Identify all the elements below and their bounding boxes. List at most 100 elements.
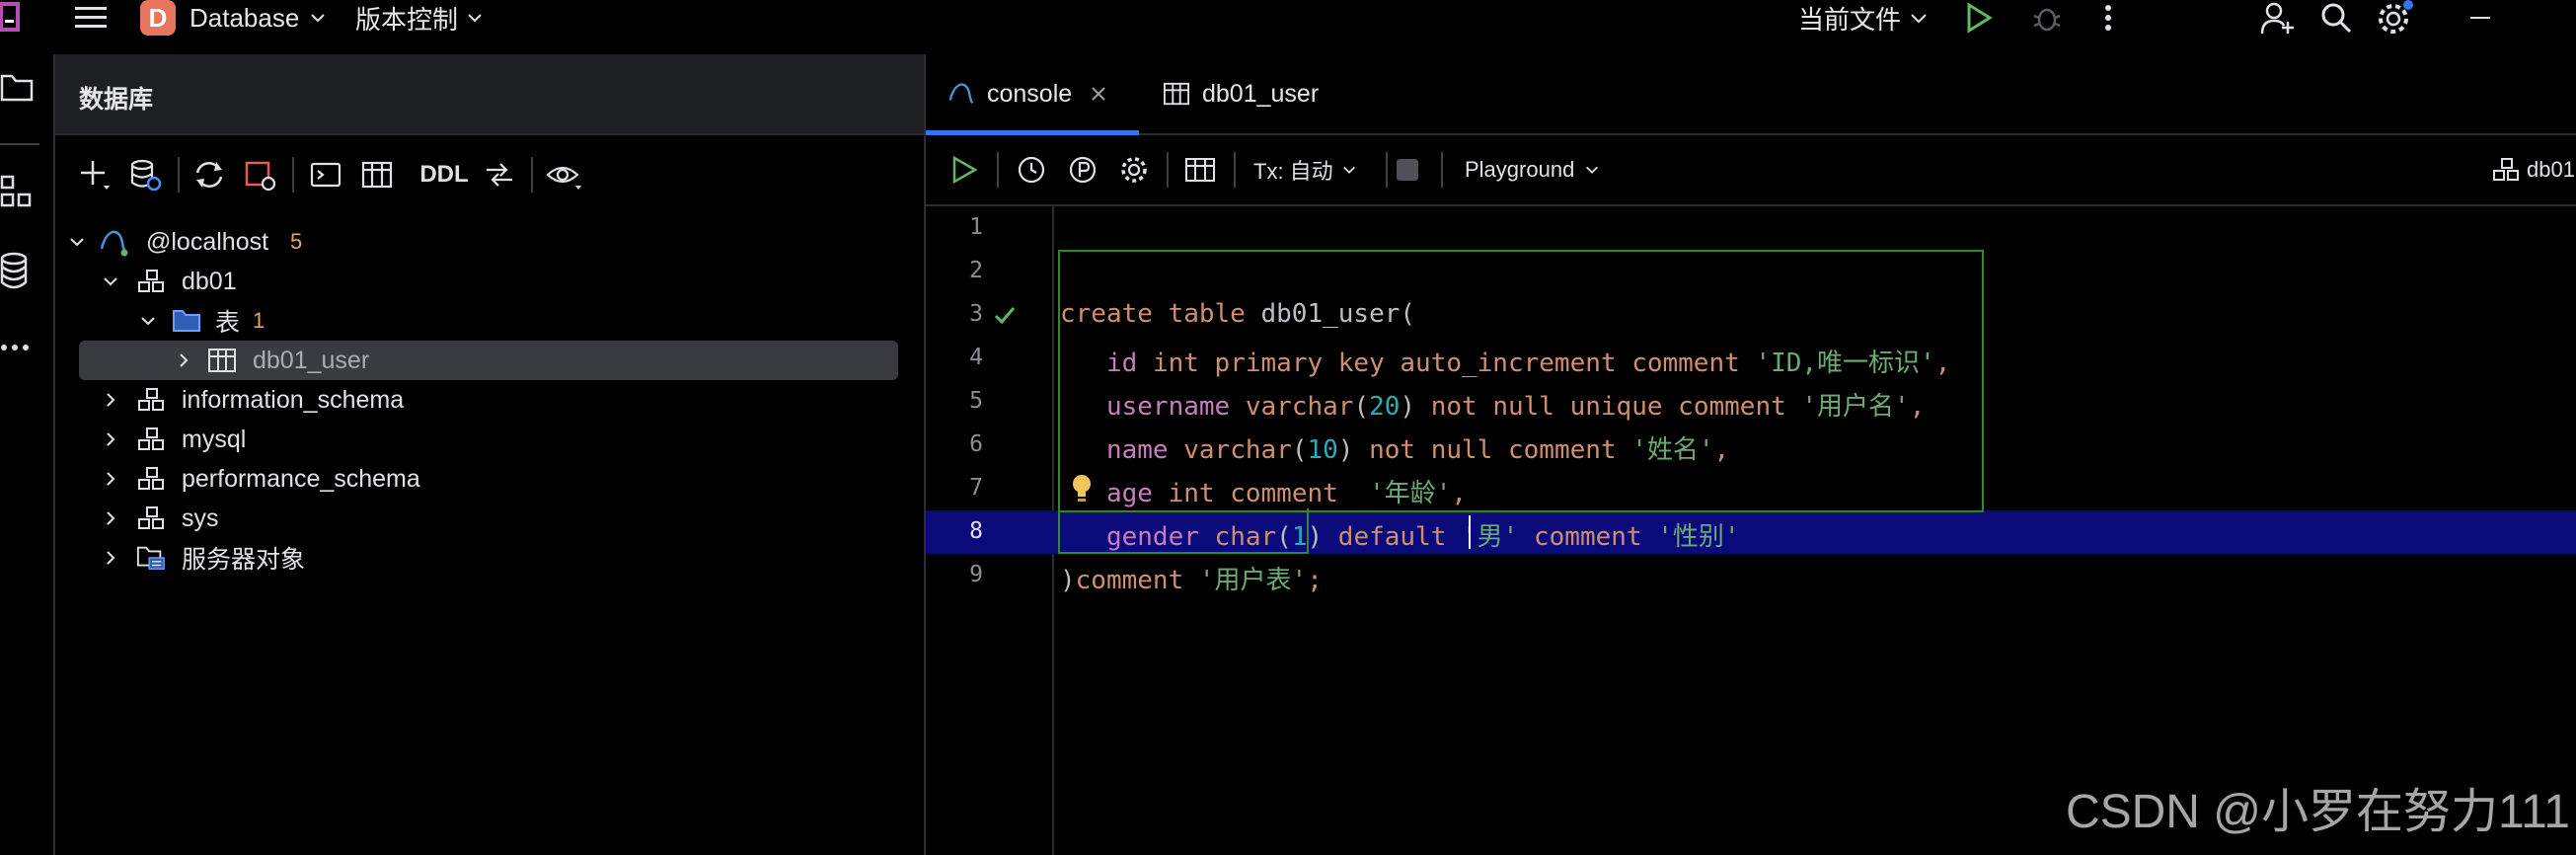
tree-node-performance-schema[interactable]: performance_schema <box>55 459 924 499</box>
chevron-right-icon[interactable] <box>101 390 120 410</box>
node-label: db01 <box>182 267 237 295</box>
search-everywhere-button[interactable] <box>2319 0 2353 36</box>
chevron-right-icon[interactable] <box>174 350 193 370</box>
database-explorer-panel: 数据库 DDL @localhost 5 db01 表 1 db01_user … <box>55 54 926 855</box>
toolbar-separator <box>1441 152 1443 188</box>
playground-label: Playground <box>1465 157 1575 182</box>
folder-icon <box>0 74 34 102</box>
tree-node-tables[interactable]: 表 1 <box>55 301 924 341</box>
tree-node-sys[interactable]: sys <box>55 499 924 538</box>
debug-button[interactable] <box>2031 0 2063 36</box>
chevron-down-icon[interactable] <box>138 311 158 331</box>
tree-node-db01[interactable]: db01 <box>55 262 924 301</box>
explain-plan-button[interactable] <box>1068 150 1098 190</box>
plan-icon <box>1069 156 1097 184</box>
line-number: 1 <box>969 214 983 240</box>
chevron-right-icon[interactable] <box>101 548 120 568</box>
code-text: )comment '用户表'; <box>1060 566 1323 595</box>
gear-icon <box>1121 157 1147 183</box>
more-tools-button[interactable] <box>0 341 34 354</box>
node-label: @localhost <box>146 227 269 256</box>
toolbar-separator <box>997 152 999 188</box>
line-number: 7 <box>969 475 983 501</box>
panel-title: 数据库 <box>79 86 154 114</box>
run-config-selector[interactable]: 当前文件 <box>1798 0 1929 36</box>
search-icon <box>2321 3 2352 34</box>
editor-toolbar: Tx: 自动 Playground db01 <box>926 135 2576 206</box>
code-editor[interactable]: 1 2 3 create table db01_user( 4 id int p… <box>926 206 2576 855</box>
disconnect-button[interactable] <box>241 155 280 194</box>
line-number: 9 <box>969 562 983 587</box>
text-caret <box>1469 515 1471 549</box>
tree-node-mysql[interactable]: mysql <box>55 420 924 459</box>
tree-node-information-schema[interactable]: information_schema <box>55 380 924 420</box>
line-number: 8 <box>969 518 983 544</box>
more-actions-button[interactable] <box>2102 0 2114 36</box>
minimize-window-button[interactable] <box>2469 0 2491 36</box>
minimize-icon <box>2470 17 2490 19</box>
chevron-down-icon[interactable] <box>67 232 87 252</box>
table-icon <box>1185 158 1215 182</box>
tree-node-db01-user[interactable]: db01_user <box>79 341 898 380</box>
jump-to-console-button[interactable] <box>306 155 345 194</box>
tab-label: console <box>987 79 1073 108</box>
chevron-right-icon[interactable] <box>101 429 120 449</box>
chevron-down-icon <box>311 14 326 23</box>
run-icon <box>1967 2 1993 34</box>
toolbar-separator <box>292 157 294 193</box>
output-table-button[interactable] <box>1184 150 1216 190</box>
vcs-widget[interactable]: 版本控制 <box>355 0 484 36</box>
code-line[interactable]: 9 )comment '用户表'; <box>926 554 2576 597</box>
table-icon <box>361 161 393 189</box>
view-options-button[interactable] <box>545 155 584 194</box>
watermark: CSDN @小罗在努力111 <box>2065 786 2570 838</box>
code-line[interactable]: 1 <box>926 206 2576 250</box>
node-label: mysql <box>182 425 247 453</box>
datasource-label: db01 <box>2527 157 2575 182</box>
data-source-properties-button[interactable] <box>126 155 166 194</box>
project-badge: D <box>140 0 176 36</box>
toolbar-separator <box>531 157 533 193</box>
history-button[interactable] <box>1017 150 1046 190</box>
more-horizontal-icon <box>1 345 29 350</box>
chevron-down-icon <box>468 14 482 23</box>
run-button[interactable] <box>1964 0 1994 36</box>
database-tool-button[interactable] <box>0 252 34 289</box>
node-label: sys <box>182 504 219 532</box>
structure-tool-button[interactable] <box>0 175 34 208</box>
tab-db01-user[interactable]: db01_user <box>1163 54 1350 133</box>
editor-settings-button[interactable] <box>1119 150 1149 190</box>
playground-selector[interactable]: Playground <box>1465 150 1600 190</box>
execute-button[interactable] <box>949 150 979 190</box>
close-icon[interactable] <box>1090 85 1107 103</box>
chevron-right-icon[interactable] <box>101 508 120 528</box>
ddl-button[interactable]: DDL <box>413 155 476 194</box>
line-number: 4 <box>969 345 983 370</box>
tab-console[interactable]: console <box>926 54 1139 135</box>
table-editor-button[interactable] <box>357 155 397 194</box>
code-with-me-button[interactable] <box>2260 0 2296 36</box>
refresh-icon <box>195 162 223 188</box>
settings-button[interactable] <box>2377 0 2414 36</box>
bug-icon <box>2033 8 2061 32</box>
stop-button[interactable] <box>1394 150 1421 190</box>
app-logo-icon[interactable] <box>0 0 26 36</box>
main-menu-icon[interactable] <box>73 0 109 36</box>
tree-node-server-objects[interactable]: 服务器对象 <box>55 538 924 578</box>
datasource-selector[interactable]: db01 <box>2491 150 2575 190</box>
schema-icon <box>136 464 166 494</box>
schema-icon <box>136 425 166 454</box>
transaction-mode-selector[interactable]: Tx: 自动 <box>1253 150 1357 190</box>
chevron-down-icon[interactable] <box>101 272 120 291</box>
refresh-button[interactable] <box>189 155 229 194</box>
chevron-right-icon[interactable] <box>101 469 120 489</box>
clock-icon <box>1018 156 1045 184</box>
node-label: db01_user <box>253 346 370 374</box>
project-widget[interactable]: D Database <box>140 0 327 36</box>
compare-button[interactable] <box>480 155 519 194</box>
new-button[interactable] <box>75 155 114 194</box>
run-icon <box>952 155 978 185</box>
more-vertical-icon <box>2105 5 2111 31</box>
project-tool-button[interactable] <box>0 72 34 102</box>
tree-node-localhost[interactable]: @localhost 5 <box>55 222 924 262</box>
